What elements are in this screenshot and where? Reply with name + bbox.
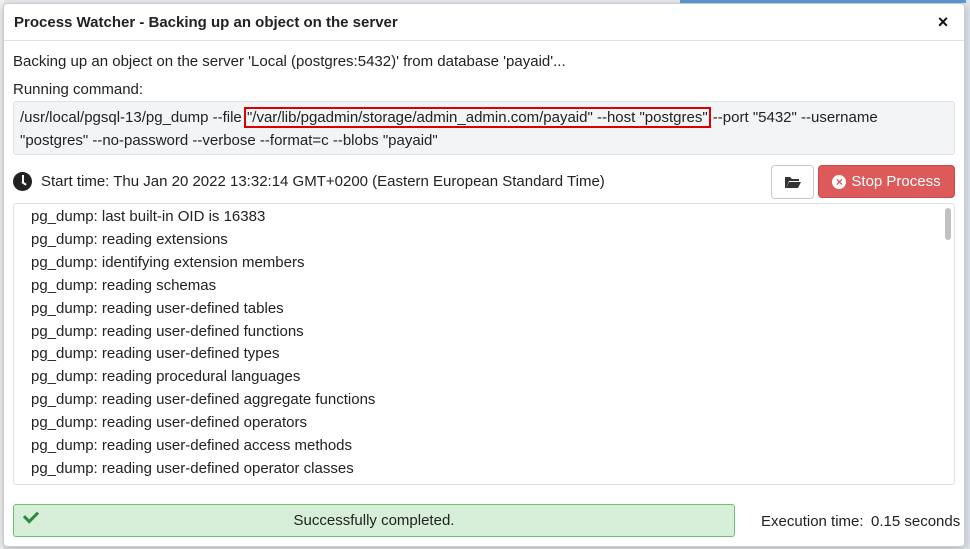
log-line: pg_dump: last built-in OID is 16383 [31,208,266,225]
log-line: pg_dump: reading user-defined access met… [31,437,353,455]
process-watcher-dialog: Process Watcher - Backing up an object o… [3,3,965,547]
log-line: pg_dump: reading user-defined tables [31,299,284,317]
command-text: /usr/local/pgsql-13/pg_dump --file "/var… [13,101,955,155]
folder-open-icon [784,177,801,188]
command-prefix: /usr/local/pgsql-13/pg_dump --file [20,109,246,126]
close-icon[interactable]: × [934,12,952,32]
log-list: pg_dump: last built-in OID is 16383 pg_du… [14,204,954,481]
log-line: pg_dump: reading user-defined types [31,345,280,363]
stop-circle-icon: × [832,174,847,189]
log-line: pg_dump: reading user-defined aggregate … [31,391,376,409]
running-command-label: Running command: [13,81,144,98]
check-icon [22,507,40,524]
process-description: Backing up an object on the server 'Loca… [13,53,566,70]
execution-time-value: 0.15 seconds [871,513,961,530]
stop-process-button[interactable]: × Stop Process [818,165,955,198]
log-line: pg_dump: reading schemas [31,276,217,294]
log-line: pg_dump: reading user-defined operators [31,414,308,432]
start-time-row: Start time: Thu Jan 20 2022 13:32:14 GMT… [13,172,605,191]
log-scrollbar[interactable] [945,208,951,240]
open-folder-button[interactable] [771,165,814,199]
background-app-right [966,0,970,549]
status-message: Successfully completed. [13,504,735,537]
log-line: pg_dump: reading user-defined operator c… [31,459,354,477]
start-time-text: Start time: Thu Jan 20 2022 13:32:14 GMT… [41,173,605,190]
log-line: pg_dump: identifying extension members [31,253,305,271]
log-line: pg_dump: reading extensions [31,230,228,248]
clock-icon [13,172,32,191]
execution-time-label: Execution time: [761,513,864,530]
log-line: pg_dump: reading procedural languages [31,368,301,386]
dialog-titlebar: Process Watcher - Backing up an object o… [4,4,964,41]
dialog-title: Process Watcher - Backing up an object o… [14,13,398,31]
status-text: Successfully completed. [293,512,455,529]
process-log[interactable]: pg_dump: last built-in OID is 16383 pg_du… [13,203,955,485]
log-line: pg_dump: reading user-defined functions [31,322,304,340]
command-highlight: "/var/lib/pgadmin/storage/admin_admin.co… [243,107,711,128]
stop-process-label: Stop Process [851,173,941,190]
